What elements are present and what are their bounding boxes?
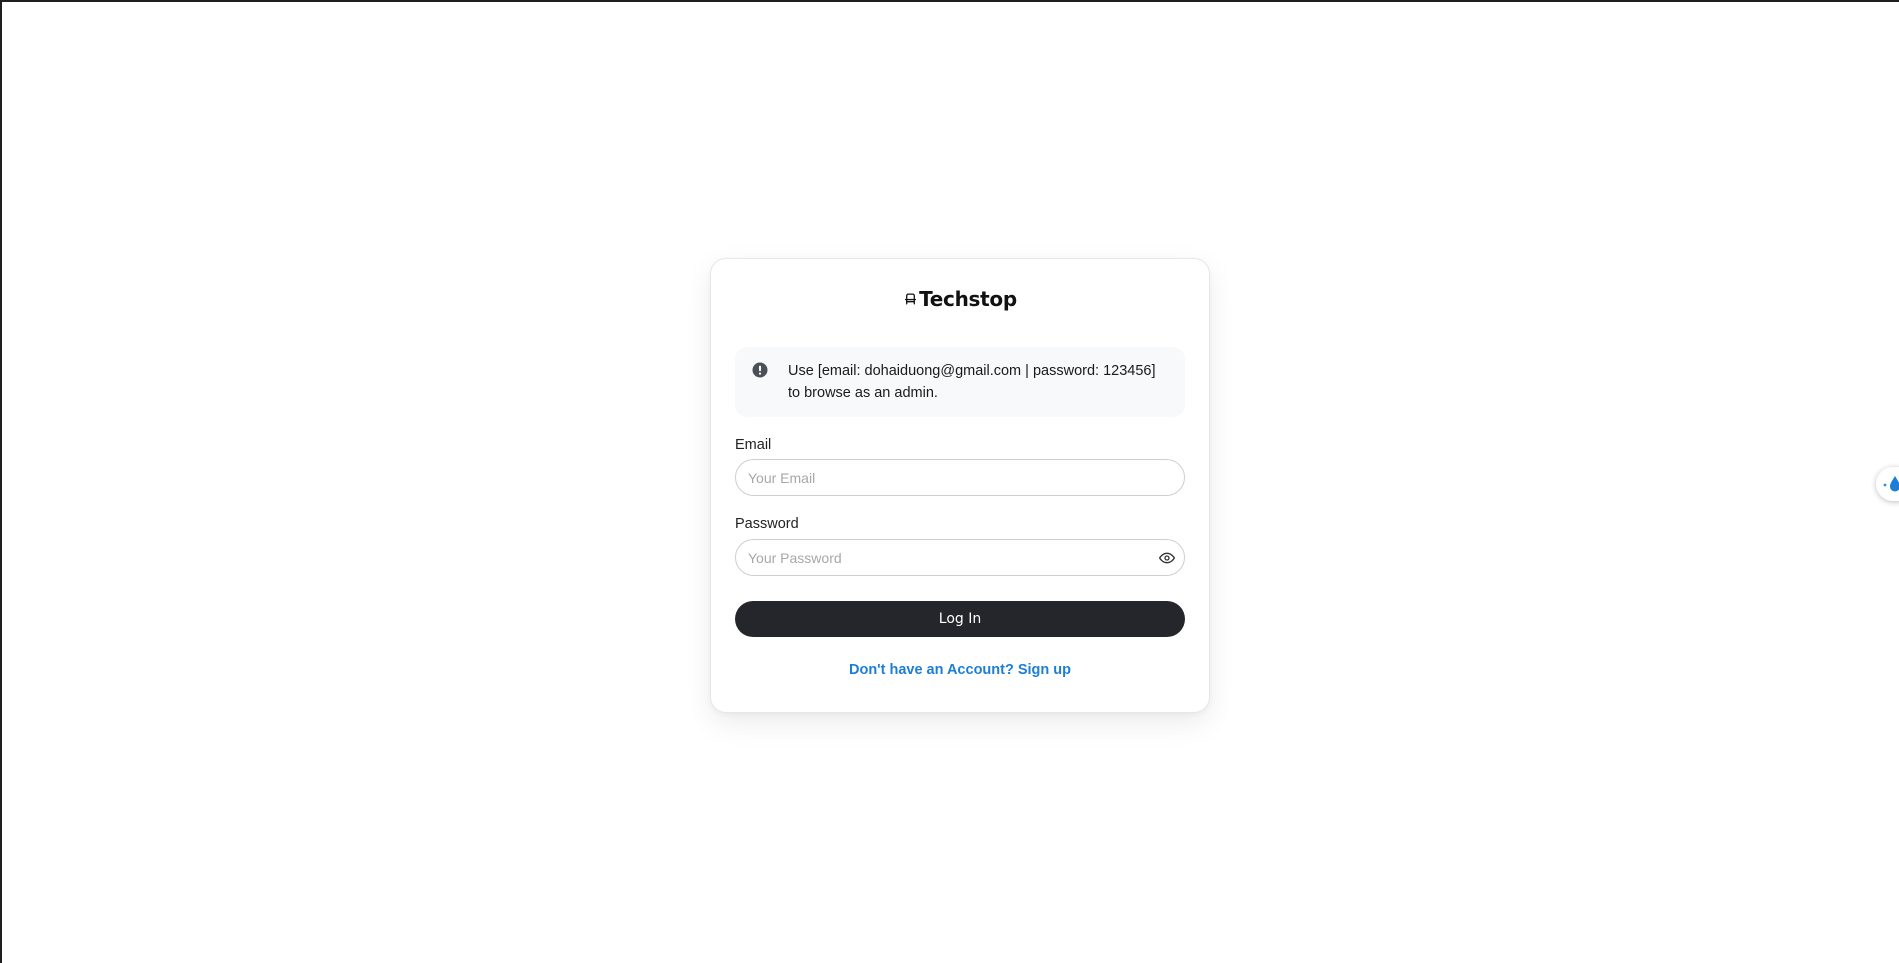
email-field-wrapper bbox=[735, 459, 1185, 496]
toggle-password-visibility-button[interactable] bbox=[1156, 548, 1178, 568]
alert-message: Use [email: dohaiduong@gmail.com | passw… bbox=[788, 363, 1156, 401]
log-in-button[interactable]: Log In bbox=[735, 601, 1185, 637]
admin-credentials-alert: Use [email: dohaiduong@gmail.com | passw… bbox=[735, 347, 1185, 417]
password-input[interactable] bbox=[736, 540, 1184, 575]
email-label: Email bbox=[735, 437, 772, 453]
alert-circle-icon bbox=[752, 362, 768, 378]
extension-widget[interactable] bbox=[1876, 467, 1899, 501]
water-drop-icon bbox=[1883, 476, 1899, 492]
sign-up-link[interactable]: Don't have an Account? Sign up bbox=[711, 662, 1209, 678]
page-background: Techstop Use [email: dohaiduong@gmail.co… bbox=[0, 0, 1899, 963]
brand-header: Techstop bbox=[711, 287, 1209, 311]
password-label: Password bbox=[735, 516, 799, 532]
email-input[interactable] bbox=[736, 460, 1184, 495]
eye-icon bbox=[1159, 552, 1175, 564]
password-field-wrapper bbox=[735, 539, 1185, 576]
brand-name: Techstop bbox=[919, 287, 1017, 311]
armchair-icon bbox=[903, 291, 917, 307]
login-card: Techstop Use [email: dohaiduong@gmail.co… bbox=[710, 258, 1210, 713]
